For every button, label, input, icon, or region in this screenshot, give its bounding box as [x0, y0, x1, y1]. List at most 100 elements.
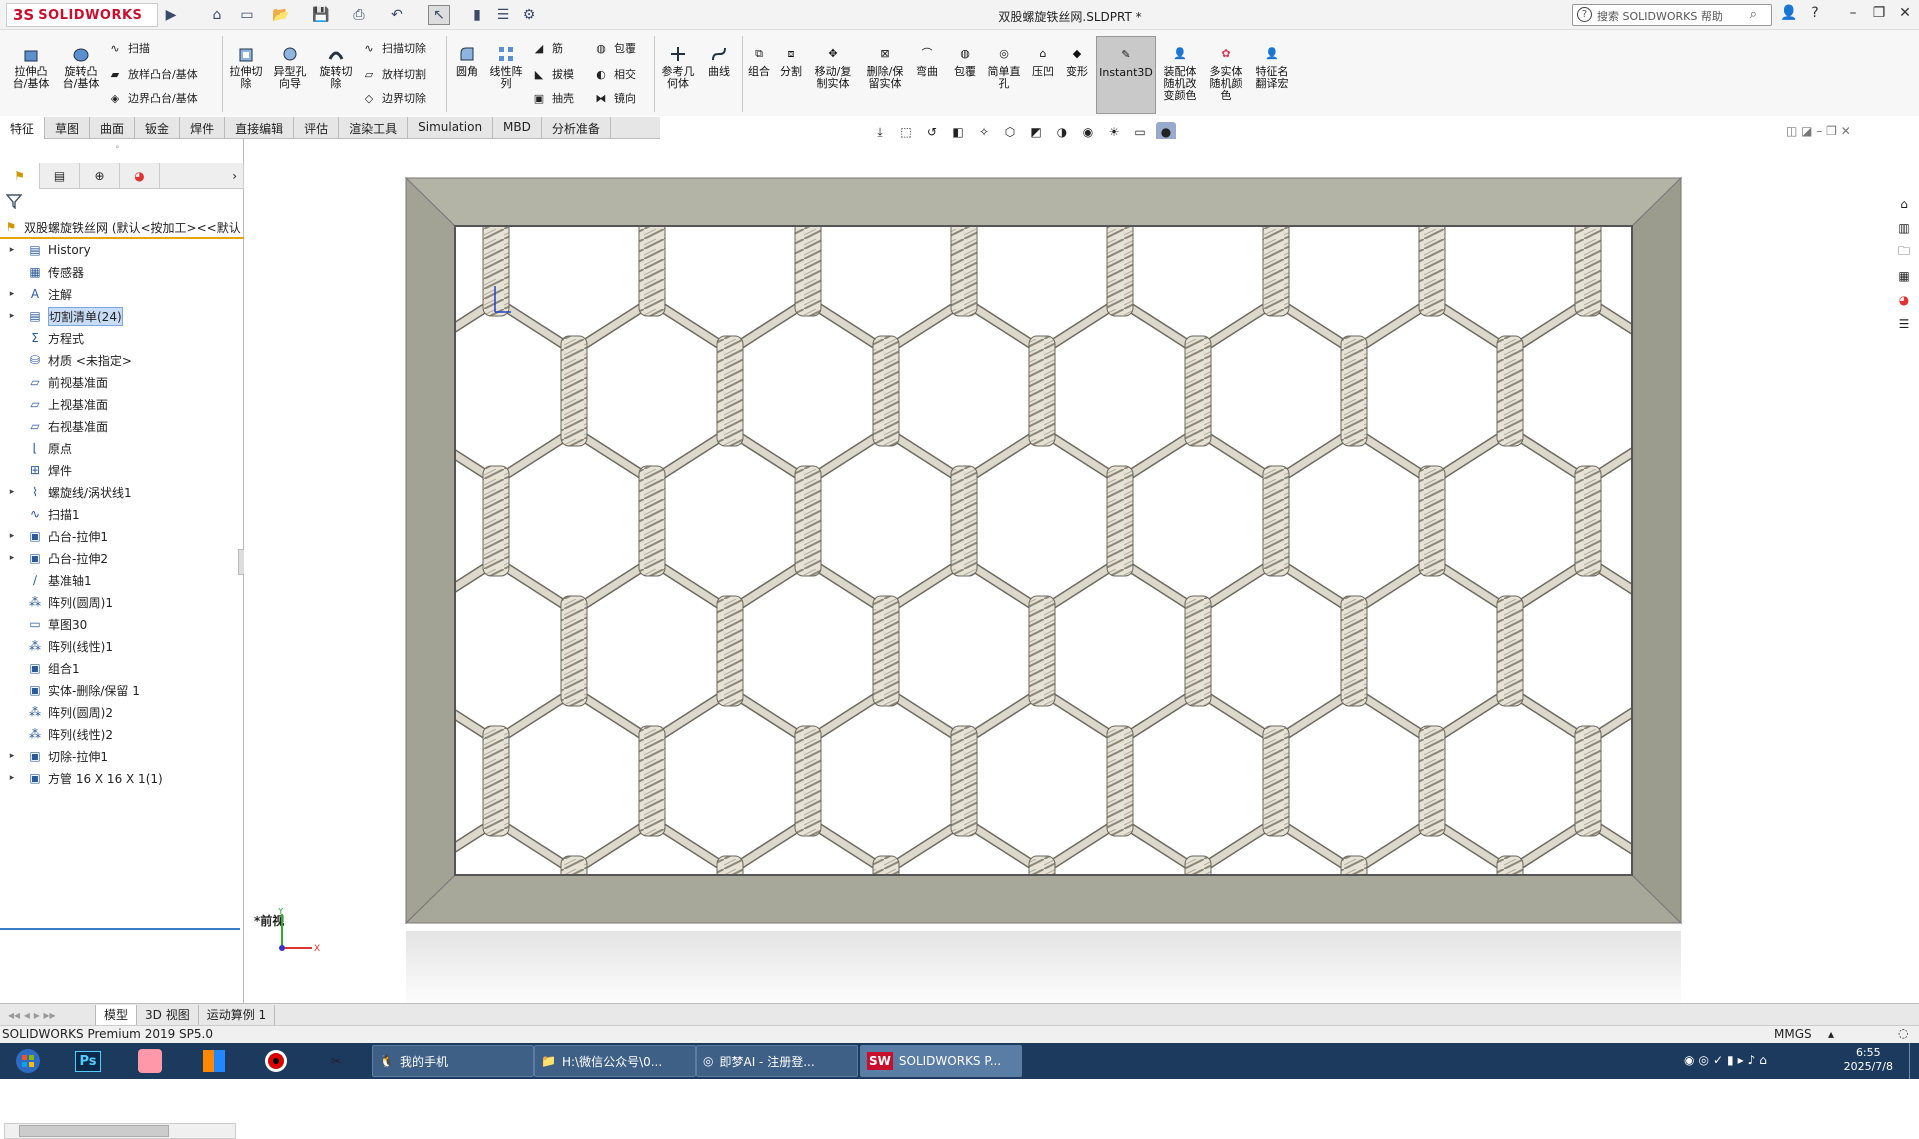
options-gear-icon[interactable]: ⚙ — [518, 5, 540, 25]
undo-icon[interactable]: ↶ — [386, 5, 408, 25]
taskbar-window-1[interactable]: 📁 H:\微信公众号\0... — [534, 1045, 696, 1077]
mirror-button[interactable]: ⧓ 镜向 — [592, 88, 637, 108]
tree-item[interactable]: ▱ 前视基准面 — [0, 371, 244, 393]
expand-arrow-icon[interactable]: ▸ — [6, 311, 18, 321]
rib-button[interactable]: ◢ 筋 — [530, 38, 563, 58]
reference-geometry-button[interactable]: 参考几 何体 — [658, 44, 698, 90]
tree-item[interactable]: ▸ ▣ 凸台-拉伸1 — [0, 525, 244, 547]
wrap-button-2[interactable]: ◍ 包覆 — [950, 44, 980, 78]
bottom-tab-1[interactable]: 3D 视图 — [137, 1004, 199, 1025]
swept-cut-button[interactable]: ∿ 扫描切除 — [360, 38, 426, 58]
fillet-button[interactable]: 圆角 — [450, 44, 484, 78]
design-library-icon[interactable]: ▥ — [1894, 218, 1914, 238]
feature-manager-tab-icon[interactable]: ⚑ — [0, 163, 40, 189]
tree-item[interactable]: ⛁ 材质 <未指定> — [0, 349, 244, 371]
display-manager-tab-icon[interactable]: ◕ — [120, 163, 160, 189]
curves-button[interactable]: 曲线 — [702, 44, 736, 78]
photoshop-app-icon[interactable]: Ps — [68, 1045, 108, 1077]
taskbar-window-0[interactable]: 🐧 我的手机 — [372, 1045, 534, 1077]
sweep-button[interactable]: ∿ 扫描 — [106, 38, 150, 58]
tree-item[interactable]: ∿ 扫描1 — [0, 503, 244, 525]
custom-properties-icon[interactable]: ☰ — [1894, 314, 1914, 334]
tab-5[interactable]: 直接编辑 — [225, 117, 295, 139]
tooltip-icon[interactable]: ◌ — [1898, 1026, 1908, 1040]
view-palette-icon[interactable]: ▦ — [1894, 266, 1914, 286]
tree-item[interactable]: ⁂ 阵列(线性)1 — [0, 635, 244, 657]
expand-arrow-icon[interactable]: ▸ — [6, 751, 18, 761]
taskbar-window-2[interactable]: ◎ 即梦AI - 注册登... — [696, 1045, 858, 1077]
tab-7[interactable]: 渲染工具 — [339, 117, 409, 139]
unit-system[interactable]: MMGS — [1774, 1027, 1812, 1041]
screen-recorder-icon[interactable] — [256, 1045, 296, 1077]
deform-button[interactable]: ◆ 变形 — [1062, 44, 1092, 78]
delete-keep-body-button[interactable]: ⊠ 删除/保 留实体 — [860, 44, 910, 90]
print-icon[interactable]: ⎙ — [348, 5, 370, 25]
linear-pattern-button[interactable]: 线性阵 列 — [486, 44, 526, 90]
tree-item[interactable]: ▭ 草图30 — [0, 613, 244, 635]
open-icon[interactable]: 📂 — [270, 5, 292, 25]
flex-button[interactable]: ⌒ 弯曲 — [912, 44, 942, 78]
extrude-boss-button[interactable]: 拉伸凸 台/基体 — [8, 44, 54, 90]
tree-item[interactable]: ⌊ 原点 — [0, 437, 244, 459]
instant3d-button[interactable]: ✎ Instant3D — [1096, 36, 1156, 114]
expand-arrow-icon[interactable]: ▸ — [6, 773, 18, 783]
loft-button[interactable]: ▰ 放样凸台/基体 — [106, 64, 198, 84]
feature-name-translate-button[interactable]: 👤 特征名 翻译宏 — [1250, 44, 1294, 90]
expand-tabs-icon[interactable]: › — [160, 163, 244, 189]
tab-6[interactable]: 评估 — [294, 117, 340, 139]
new-document-icon[interactable]: ▭ — [236, 5, 258, 25]
revolve-boss-button[interactable]: 旋转凸 台/基体 — [58, 44, 104, 90]
rebuild-icon[interactable]: ▮ — [466, 5, 488, 25]
tree-item[interactable]: ⊞ 焊件 — [0, 459, 244, 481]
user-icon[interactable]: 👤 — [1778, 5, 1800, 25]
multibody-random-color-button[interactable]: ✿ 多实体 随机颜 色 — [1204, 44, 1248, 102]
resources-home-icon[interactable]: ⌂ — [1894, 194, 1914, 214]
graphics-viewport[interactable]: *前视 — [244, 139, 1892, 1003]
solidworks-logo[interactable]: 3S SOLIDWORKS — [6, 3, 158, 27]
tree-item[interactable]: ▸ ▤ 切割清单(24) — [0, 305, 244, 327]
expand-arrow-icon[interactable]: ▸ — [6, 487, 18, 497]
boundary-boss-button[interactable]: ◈ 边界凸台/基体 — [106, 88, 198, 108]
start-button-icon[interactable] — [4, 1045, 52, 1077]
tree-item[interactable]: ▸ ▣ 切除-拉伸1 — [0, 745, 244, 767]
appearances-icon[interactable]: ◕ — [1894, 290, 1914, 310]
system-tray-icons[interactable]: ◉◎✓▮▸♪⌂ — [1684, 1053, 1771, 1067]
tree-item[interactable]: ⁂ 阵列(线性)2 — [0, 723, 244, 745]
expand-arrow-icon[interactable]: ▸ — [6, 245, 18, 255]
combine-button[interactable]: ⧉ 组合 — [744, 44, 774, 78]
tree-item[interactable]: ∕ 基准轴1 — [0, 569, 244, 591]
tree-item[interactable]: ▦ 传感器 — [0, 261, 244, 283]
tab-0[interactable]: 特征 — [0, 117, 46, 139]
close-icon[interactable]: ✕ — [1894, 5, 1916, 25]
tree-item[interactable]: ▸ ▤ History — [0, 239, 244, 261]
move-copy-body-button[interactable]: ✥ 移动/复 制实体 — [808, 44, 858, 90]
home-icon[interactable]: ⌂ — [206, 5, 228, 25]
expand-arrow-icon[interactable]: ▸ — [6, 531, 18, 541]
bottom-tab-0[interactable]: 模型 — [96, 1004, 138, 1025]
lofted-cut-button[interactable]: ▱ 放样切割 — [360, 64, 426, 84]
expand-arrow-icon[interactable]: ▸ — [6, 553, 18, 563]
tab-8[interactable]: Simulation — [408, 117, 494, 139]
tree-item[interactable]: ▱ 右视基准面 — [0, 415, 244, 437]
tree-item[interactable]: ▣ 组合1 — [0, 657, 244, 679]
tree-item[interactable]: ▸ A 注解 — [0, 283, 244, 305]
tree-item[interactable]: ⁂ 阵列(圆周)1 — [0, 591, 244, 613]
unit-dropdown-icon[interactable]: ▴ — [1828, 1027, 1834, 1041]
tab-9[interactable]: MBD — [493, 117, 542, 139]
tree-item[interactable]: ▣ 实体-删除/保留 1 — [0, 679, 244, 701]
tab-3[interactable]: 钣金 — [135, 117, 181, 139]
filter-icon[interactable] — [5, 193, 36, 213]
tree-item[interactable]: ▸ ▣ 凸台-拉伸2 — [0, 547, 244, 569]
indent-button[interactable]: ⌂ 压凹 — [1028, 44, 1058, 78]
tree-item[interactable]: Σ 方程式 — [0, 327, 244, 349]
viewport-window-controls[interactable]: ◫ ◪ – ❐ ✕ — [1786, 124, 1851, 138]
property-manager-tab-icon[interactable]: ▤ — [40, 163, 80, 189]
file-properties-icon[interactable]: ☰ — [492, 5, 514, 25]
tab-4[interactable]: 焊件 — [180, 117, 226, 139]
select-icon[interactable]: ↖ — [428, 5, 450, 25]
tab-scroll-arrows[interactable]: ◂◂ ◂ ▸ ▸▸ — [0, 1004, 96, 1025]
configuration-manager-tab-icon[interactable]: ⊕ — [80, 163, 120, 189]
shell-button[interactable]: ▣ 抽壳 — [530, 88, 574, 108]
search-icon[interactable]: ⌕ — [1750, 7, 1757, 22]
draft-button[interactable]: ◣ 拔模 — [530, 64, 574, 84]
